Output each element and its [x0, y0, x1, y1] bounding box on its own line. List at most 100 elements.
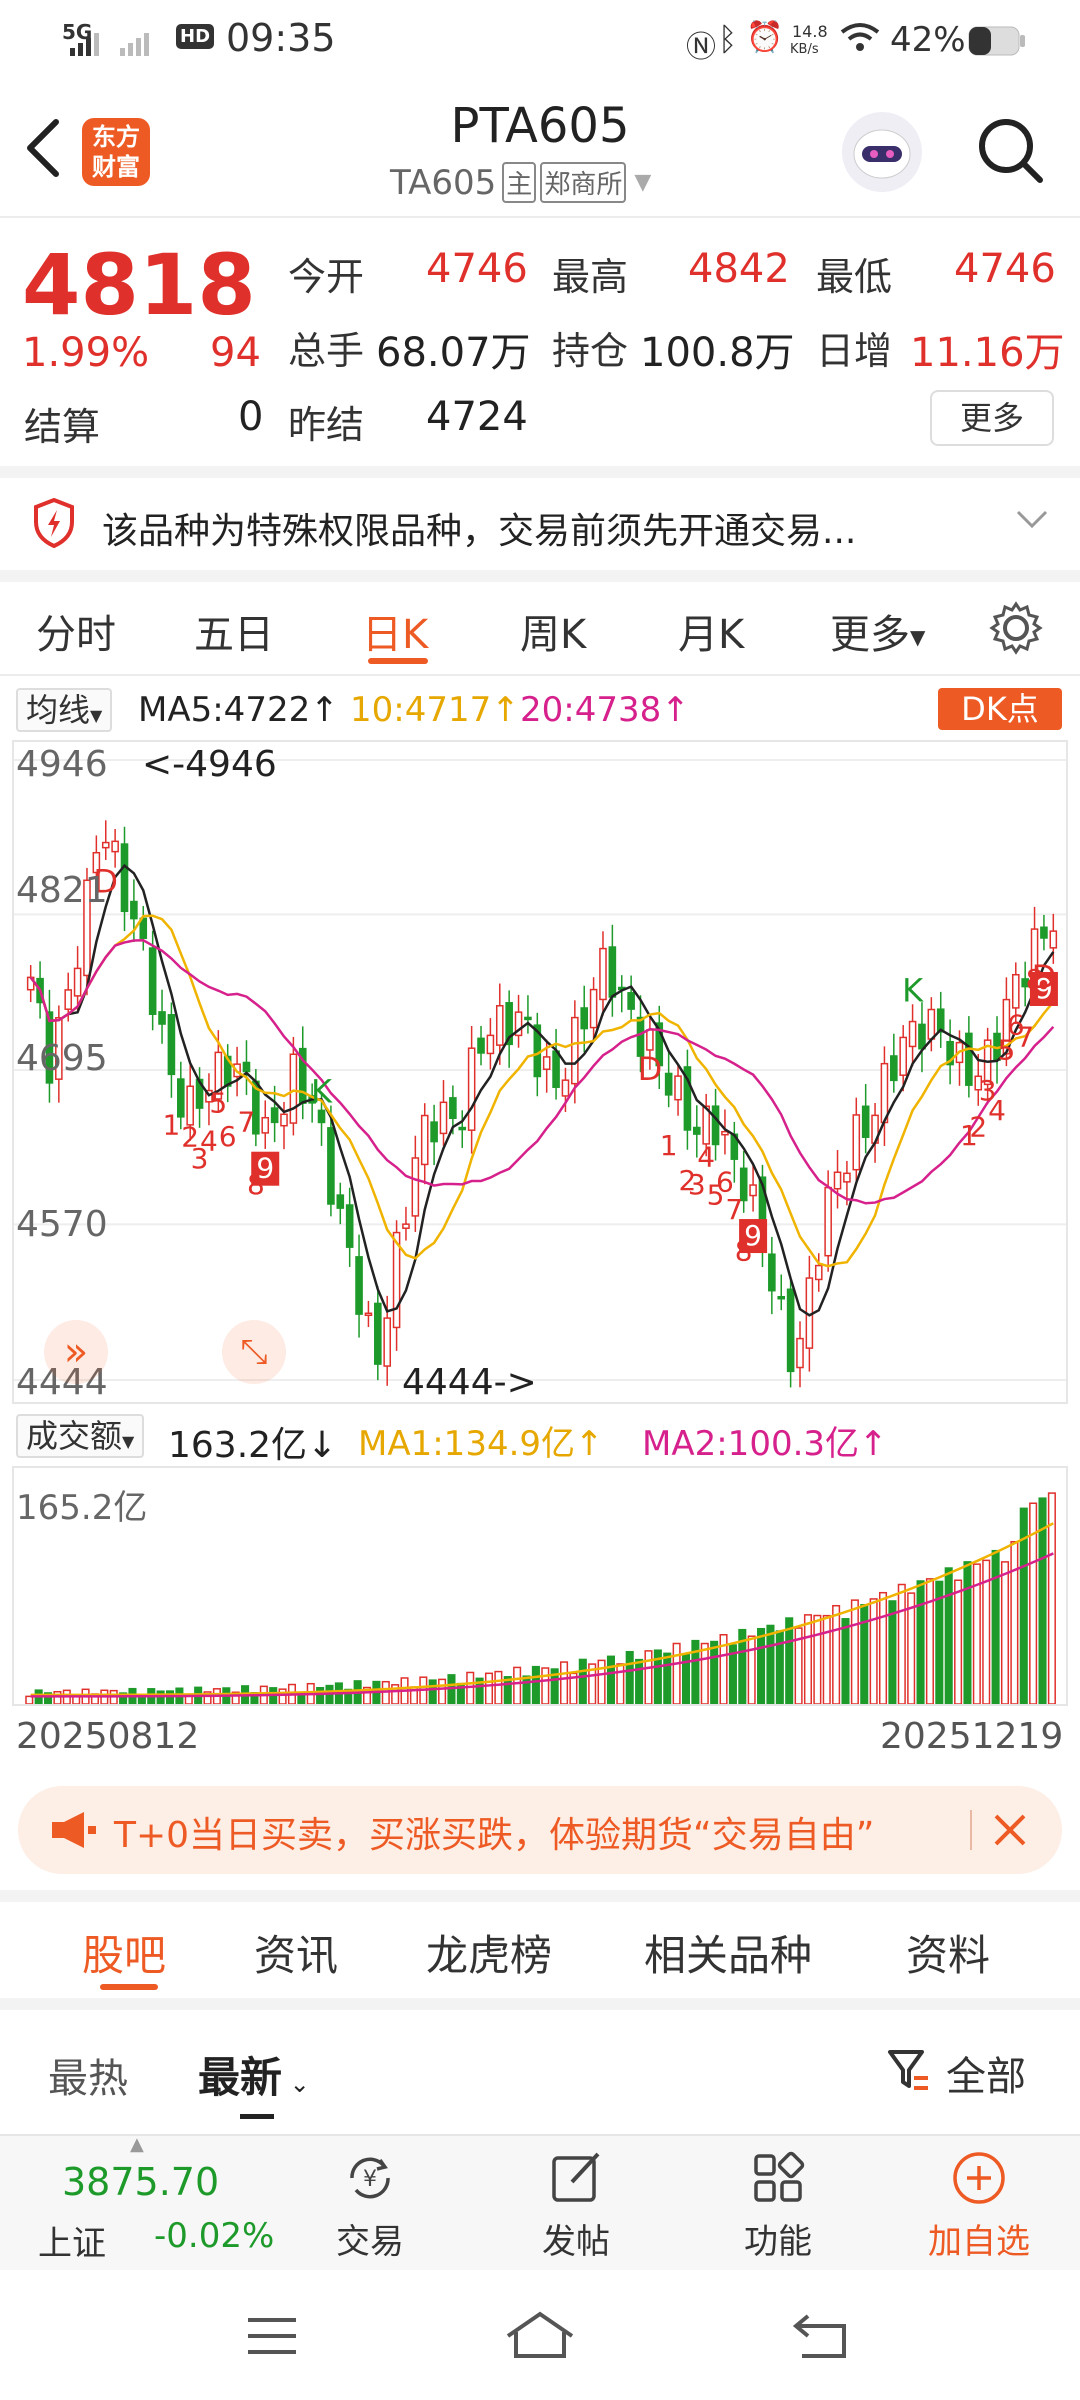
candle: [167, 1002, 176, 1098]
volume-bar: [165, 1690, 175, 1704]
notice-bar[interactable]: 该品种为特殊权限品种，交易前须先开通交易...: [0, 478, 1080, 570]
volume-bar: [438, 1678, 447, 1704]
search-icon[interactable]: [974, 114, 1046, 190]
candle: [505, 990, 513, 1068]
tab-intraday[interactable]: 分时: [36, 602, 116, 660]
status-bar: 5G HD 09:35 Ⓝ ᛒ ⏰ 14.8 KB/s 42%: [0, 0, 1080, 80]
volume-bar: [541, 1667, 550, 1704]
start-date: 20250812: [16, 1716, 200, 1757]
filter-all[interactable]: 全部: [946, 2044, 1026, 2102]
volume-bar: [897, 1583, 906, 1704]
sort-latest[interactable]: 最新 ⌄: [198, 2044, 310, 2105]
price-chart[interactable]: 123456789123456789123456789KKDDD 4946 48…: [12, 740, 1068, 1404]
speed-bottom: KB/s: [790, 42, 819, 57]
tab-daily-k[interactable]: 日K: [362, 602, 428, 660]
volume-bar: [860, 1604, 869, 1704]
candle: [786, 1276, 795, 1388]
functions-button[interactable]: 功能: [708, 2146, 848, 2263]
sequence-marker: 9: [256, 1152, 274, 1185]
y-tick-label: 4570: [16, 1204, 108, 1245]
candle: [890, 1033, 898, 1093]
candle: [871, 1102, 879, 1163]
candle: [120, 826, 129, 932]
megaphone-icon: [48, 1808, 98, 1856]
low-value: 4746: [954, 246, 1056, 292]
back-icon[interactable]: [20, 116, 64, 184]
daily-increase-label: 日增: [816, 329, 893, 373]
page-title: PTA605: [450, 98, 630, 154]
volume-bar: [1010, 1540, 1019, 1704]
volume-bar: [494, 1670, 503, 1704]
sequence-marker: 2: [969, 1110, 987, 1143]
expand-left-icon[interactable]: »: [44, 1320, 108, 1384]
more-button[interactable]: 更多: [930, 390, 1054, 446]
prev-settle-label: 昨结: [288, 403, 365, 447]
volume-bar: [616, 1663, 625, 1704]
end-date: 20251219: [880, 1716, 1064, 1757]
yen-refresh-icon: ¥: [350, 2157, 390, 2199]
volume-bar: [700, 1642, 709, 1704]
app-logo[interactable]: 东方 财富: [82, 118, 150, 186]
candle: [768, 1236, 776, 1315]
candle: [467, 1025, 476, 1154]
tab-weekly-k[interactable]: 周K: [520, 602, 586, 660]
home-icon[interactable]: [504, 2310, 576, 2364]
back-nav-icon[interactable]: [792, 2312, 852, 2364]
candle: [477, 1025, 485, 1066]
volume-bar: [53, 1691, 62, 1704]
candle: [908, 1004, 917, 1067]
volume-bar: [466, 1671, 475, 1704]
volume-chart[interactable]: 165.2亿: [12, 1466, 1068, 1706]
volume-bar: [447, 1674, 456, 1704]
y-tick-label: 4695: [16, 1038, 108, 1079]
section-tabs: 股吧 资讯 龙虎榜 相关品种 资料: [0, 1902, 1080, 1998]
sequence-marker: 4: [988, 1094, 1006, 1127]
promo-banner[interactable]: T+0当日买卖，买涨买跌，体验期货“交易自由”: [18, 1786, 1062, 1874]
robot-avatar-icon[interactable]: [842, 112, 922, 192]
volume-bar: [663, 1652, 672, 1704]
tab-more[interactable]: 更多▼: [830, 602, 925, 660]
volume-bar: [963, 1561, 972, 1704]
svg-text:¥: ¥: [363, 2167, 377, 2192]
turnover-value: 163.2亿↓: [168, 1425, 338, 1466]
fullscreen-icon[interactable]: ⤡: [222, 1320, 286, 1384]
settings-gear-icon[interactable]: [988, 600, 1044, 660]
sort-hot[interactable]: 最热: [48, 2046, 128, 2104]
high-annotation: <-4946: [142, 744, 277, 785]
tab-forum[interactable]: 股吧: [82, 1922, 166, 1983]
post-button[interactable]: 发帖: [506, 2146, 646, 2263]
candle: [617, 975, 626, 1013]
close-icon[interactable]: [990, 1810, 1030, 1854]
d-signal-marker: D: [638, 1050, 663, 1088]
tab-five-day[interactable]: 五日: [194, 602, 274, 660]
ma10-value: 10:4717↑: [350, 690, 520, 730]
index-change: -0.02%: [154, 2216, 275, 2256]
candle: [355, 1234, 363, 1338]
indicator-select[interactable]: 均线▼: [16, 688, 113, 732]
candle: [411, 1135, 420, 1232]
add-watchlist-button[interactable]: 加自选: [904, 2146, 1054, 2263]
volume-indicator-select[interactable]: 成交额▼: [16, 1414, 145, 1458]
dk-points-button[interactable]: DK点: [938, 688, 1062, 730]
tab-monthly-k[interactable]: 月K: [678, 602, 744, 660]
tab-profile[interactable]: 资料: [906, 1922, 990, 1983]
shield-icon: [32, 497, 76, 552]
add-watchlist-label: 加自选: [928, 2222, 1030, 2262]
volume-bar: [832, 1604, 841, 1704]
tab-leaderboard[interactable]: 龙虎榜: [426, 1922, 552, 1983]
volume-bar: [578, 1658, 587, 1704]
menu-icon[interactable]: [244, 2314, 300, 2362]
volume-bar: [513, 1666, 522, 1704]
signal-icon: [70, 30, 160, 60]
candle: [430, 1104, 438, 1166]
contract-subtitle[interactable]: TA605 主 郑商所 ▼: [390, 162, 690, 203]
post-label: 发帖: [542, 2222, 610, 2262]
k-signal-marker: K: [311, 1072, 333, 1110]
candle: [833, 1150, 842, 1209]
expand-chevron-icon[interactable]: [1014, 508, 1050, 536]
volume-bar: [766, 1624, 775, 1704]
tab-news[interactable]: 资讯: [254, 1922, 338, 1983]
index-value[interactable]: 3875.70: [62, 2160, 219, 2204]
tab-related[interactable]: 相关品种: [644, 1922, 812, 1983]
trade-button[interactable]: ¥ 交易: [300, 2146, 440, 2263]
